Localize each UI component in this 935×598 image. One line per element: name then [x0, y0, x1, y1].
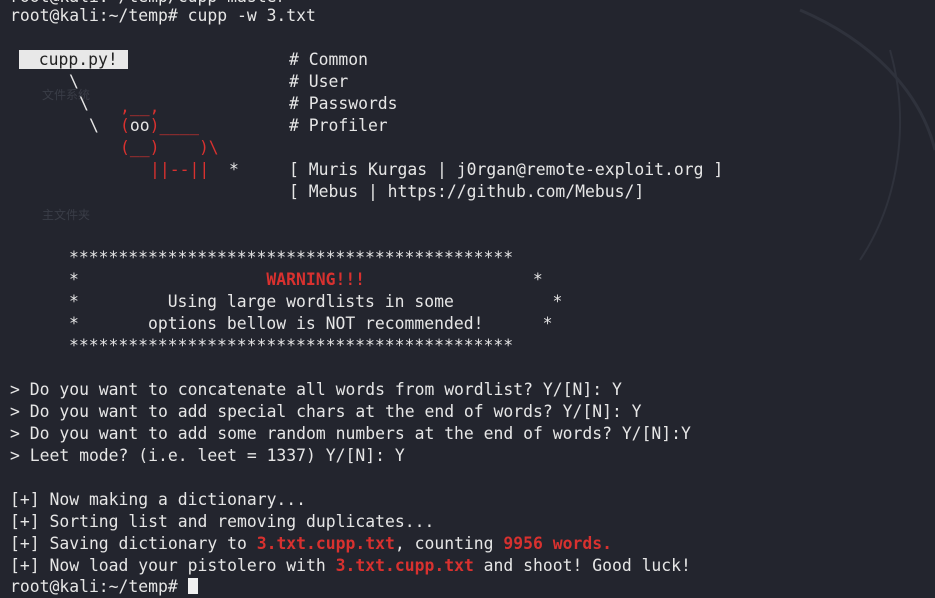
saving-word-count: 9956 words.	[503, 534, 612, 553]
question-random-numbers: > Do you want to add some random numbers…	[10, 424, 691, 443]
banner-box-label: cupp.py!	[19, 49, 128, 71]
output-sorting: [+] Sorting list and removing duplicates…	[10, 512, 435, 531]
load-prefix: [+] Now load your pistolero with	[10, 556, 336, 575]
header-user: # User	[289, 72, 349, 91]
credit-github: [ Mebus | https://github.com/Mebus/]	[289, 182, 645, 201]
header-common: # Common	[289, 50, 368, 69]
warning-line-1: * Using large wordlists in some *	[69, 292, 563, 311]
output-saving: [+] Saving dictionary to 3.txt.cupp.txt,…	[10, 533, 612, 555]
art-slash-3: \	[89, 116, 99, 135]
art-slash-2: \	[79, 94, 89, 113]
warning-line-2: * options bellow is NOT recommended! *	[69, 314, 553, 333]
load-suffix: and shoot! Good luck!	[473, 556, 691, 575]
question-special-chars: > Do you want to add special chars at th…	[10, 402, 642, 421]
warning-title: WARNING!!!	[266, 270, 366, 289]
saving-filename: 3.txt.cupp.txt	[256, 534, 395, 553]
cupp-label: cupp.py!	[19, 50, 128, 69]
text-cursor	[187, 578, 198, 594]
terminal-window[interactable]: 文件系统 主文件夹 root@kali:~/temp/cupp-master r…	[0, 0, 935, 596]
cupp-label-text: cupp.py!	[38, 50, 118, 69]
credit-author: [ Muris Kurgas | j0rgan@remote-exploit.o…	[289, 160, 724, 179]
cow-star: *	[228, 160, 239, 179]
cow-legs: ||--||	[150, 160, 210, 179]
saving-mid: , counting	[394, 534, 504, 553]
header-passwords: # Passwords	[289, 94, 398, 113]
art-slash-1: \	[69, 72, 79, 91]
warning-border-bottom: ****************************************…	[69, 336, 514, 355]
question-concatenate: > Do you want to concatenate all words f…	[10, 380, 622, 399]
cow-legs-line: ||--|| *	[150, 159, 239, 181]
output-load: [+] Now load your pistolero with 3.txt.c…	[10, 555, 691, 577]
header-profiler: # Profiler	[289, 116, 388, 135]
cow-mid: (__) )\	[120, 138, 219, 157]
final-prompt-line[interactable]: root@kali:~/temp#	[10, 576, 198, 598]
warning-text-1: Using large wordlists in some	[167, 292, 454, 311]
command-line: root@kali:~/temp# cupp -w 3.txt	[10, 6, 316, 25]
warning-text-2: options bellow is NOT recommended!	[147, 314, 484, 333]
warning-title-row: * WARNING!!! *	[69, 270, 543, 289]
cow-eyes-line: (oo)____	[120, 116, 199, 135]
warning-border-top: ****************************************…	[69, 248, 514, 267]
question-leet-mode: > Leet mode? (i.e. leet = 1337) Y/[N]: Y	[10, 446, 405, 465]
final-prompt: root@kali:~/temp#	[10, 577, 188, 596]
cow-eyes: oo	[129, 116, 150, 135]
output-making: [+] Now making a dictionary...	[10, 490, 307, 509]
saving-prefix: [+] Saving dictionary to	[10, 534, 257, 553]
load-filename: 3.txt.cupp.txt	[335, 556, 474, 575]
